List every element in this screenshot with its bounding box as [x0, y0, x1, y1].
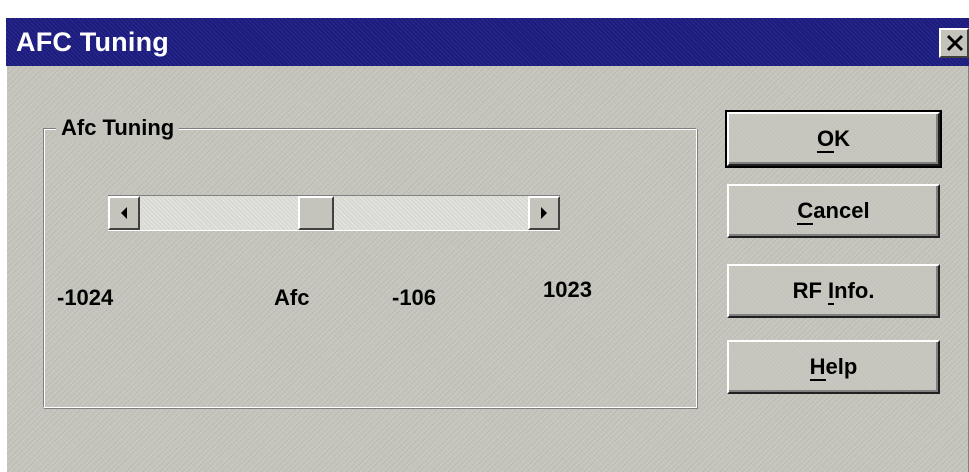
afc-tuning-groupbox [43, 128, 697, 408]
right-arrow-icon [541, 207, 547, 219]
cancel-button-label: Cancel [797, 198, 870, 223]
slider-left-button[interactable] [108, 196, 140, 230]
ok-button-label: OK [817, 126, 850, 151]
slider-min-label: -1024 [57, 285, 114, 310]
slider-name-label: Afc [274, 285, 310, 310]
help-button-label: Help [809, 354, 858, 379]
mnemonic-underline [817, 151, 835, 153]
afc-slider[interactable] [108, 195, 560, 231]
mnemonic-underline [809, 379, 826, 381]
close-button[interactable] [939, 28, 969, 58]
slider-max-label: 1023 [543, 277, 592, 302]
slider-value-label: -106 [392, 285, 437, 310]
title-bar[interactable]: AFC Tuning [6, 18, 969, 66]
afc-tuning-dialog: AFC Tuning Afc Tuning -1024 Afc -106 102… [6, 18, 969, 472]
mnemonic-underline [828, 303, 835, 305]
slider-thumb[interactable] [298, 196, 334, 230]
mnemonic-underline [797, 223, 814, 225]
cancel-button[interactable]: Cancel [727, 184, 940, 238]
left-arrow-icon [121, 207, 127, 219]
help-button[interactable]: Help [727, 340, 940, 394]
ok-button[interactable]: OK [725, 110, 942, 168]
close-icon [946, 34, 964, 52]
window-title: AFC Tuning [16, 27, 169, 57]
rf-info-button-label: RF Info. [792, 278, 875, 303]
rf-info-button[interactable]: RF Info. [727, 264, 940, 318]
groupbox-label: Afc Tuning [56, 114, 180, 142]
slider-right-button[interactable] [528, 196, 560, 230]
